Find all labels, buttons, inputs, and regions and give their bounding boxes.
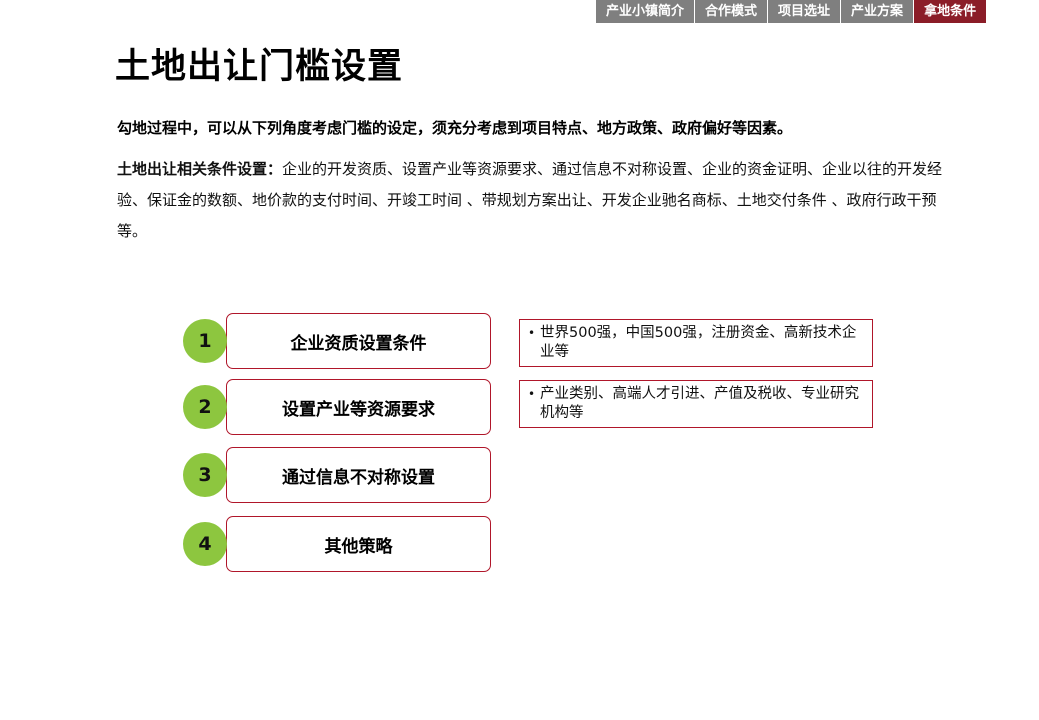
note-text: 世界500强，中国500强，注册资金、高新技术企业等 bbox=[540, 325, 857, 360]
intro-text: 勾地过程中，可以从下列角度考虑门槛的设定，须充分考虑到项目特点、地方政策、政府偏… bbox=[117, 119, 793, 137]
step-number-circle: 4 bbox=[183, 522, 227, 566]
step-4: 4 其他策略 bbox=[183, 516, 493, 572]
nav-item-town-intro[interactable]: 产业小镇简介 bbox=[596, 0, 696, 23]
step-box[interactable]: 其他策略 bbox=[226, 516, 491, 572]
top-navigation: 产业小镇简介 合作模式 项目选址 产业方案 拿地条件 bbox=[596, 0, 987, 23]
page-title: 土地出让门槛设置 bbox=[115, 47, 404, 87]
conditions-paragraph: 土地出让相关条件设置：企业的开发资质、设置产业等资源要求、通过信息不对称设置、企… bbox=[117, 154, 957, 247]
note-box-1: • 世界500强，中国500强，注册资金、高新技术企业等 bbox=[519, 319, 873, 367]
nav-item-cooperation-model[interactable]: 合作模式 bbox=[695, 0, 769, 23]
step-1: 1 企业资质设置条件 bbox=[183, 313, 493, 369]
step-number-circle: 3 bbox=[183, 453, 227, 497]
slide: 产业小镇简介 合作模式 项目选址 产业方案 拿地条件 土地出让门槛设置 勾地过程… bbox=[0, 0, 1039, 720]
step-number-circle: 1 bbox=[183, 319, 227, 363]
step-box[interactable]: 通过信息不对称设置 bbox=[226, 447, 491, 503]
nav-item-land-conditions[interactable]: 拿地条件 bbox=[914, 0, 987, 23]
step-2: 2 设置产业等资源要求 bbox=[183, 379, 493, 435]
nav-item-industry-plan[interactable]: 产业方案 bbox=[841, 0, 915, 23]
bullet-icon: • bbox=[528, 326, 536, 340]
step-box[interactable]: 企业资质设置条件 bbox=[226, 313, 491, 369]
step-number-circle: 2 bbox=[183, 385, 227, 429]
bullet-icon: • bbox=[528, 387, 536, 401]
note-text: 产业类别、高端人才引进、产值及税收、专业研究机构等 bbox=[540, 386, 859, 421]
step-3: 3 通过信息不对称设置 bbox=[183, 447, 493, 503]
conditions-lead: 土地出让相关条件设置： bbox=[117, 160, 283, 178]
nav-item-site-selection[interactable]: 项目选址 bbox=[768, 0, 842, 23]
note-box-2: • 产业类别、高端人才引进、产值及税收、专业研究机构等 bbox=[519, 380, 873, 428]
step-box[interactable]: 设置产业等资源要求 bbox=[226, 379, 491, 435]
